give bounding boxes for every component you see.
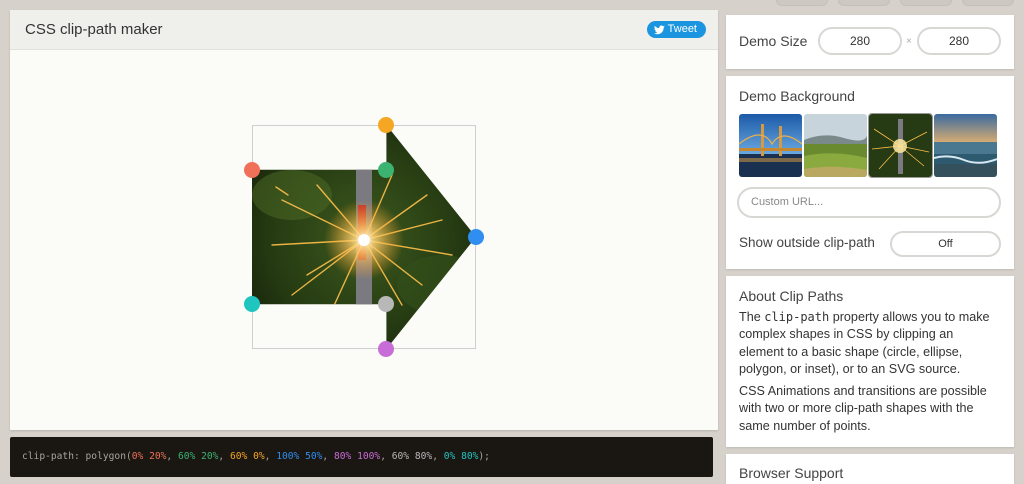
demo-height-input[interactable]: 280 [917, 27, 1001, 55]
show-outside-label: Show outside clip-path [739, 235, 875, 250]
background-thumb-field[interactable] [804, 114, 867, 177]
size-separator: × [906, 36, 912, 47]
demo-size-card: Demo Size 280 × 280 [726, 15, 1014, 69]
clip-path-code-term: clip-path [764, 310, 830, 324]
polygon-point-handle[interactable] [378, 296, 394, 312]
polygon-point-handle[interactable] [468, 229, 484, 245]
about-text: The clip-path property allows you to mak… [739, 309, 1001, 440]
code-point: 100% 50% [276, 451, 323, 462]
browser-support-card: Browser Support [726, 454, 1014, 484]
demo-background-card: Demo Background Custom URL... Show outsi… [726, 76, 1014, 269]
about-paragraph: CSS Animations and transitions are possi… [739, 384, 987, 433]
page-title: CSS clip-path maker [25, 21, 163, 38]
code-separator: , [322, 451, 334, 462]
top-tab[interactable] [838, 0, 890, 6]
clip-stage [10, 51, 718, 430]
code-point: 0% 80% [443, 451, 479, 462]
top-tabs [776, 0, 1024, 8]
about-card: About Clip Paths The clip-path property … [726, 276, 1014, 447]
code-separator: , [218, 451, 230, 462]
tweet-label: Tweet [667, 23, 697, 35]
code-point: 60% 0% [229, 451, 265, 462]
top-tab[interactable] [776, 0, 828, 6]
top-tab[interactable] [962, 0, 1014, 6]
clip-path-code-output[interactable]: clip-path: polygon(0% 20%, 60% 20%, 60% … [10, 437, 713, 477]
show-outside-toggle[interactable]: Off [890, 231, 1001, 257]
polygon-point-handle[interactable] [244, 296, 260, 312]
code-prefix: clip-path: polygon( [22, 451, 132, 462]
top-tab[interactable] [900, 0, 952, 6]
about-text-span: The [739, 310, 765, 324]
polygon-point-handle[interactable] [244, 162, 260, 178]
code-suffix: ); [478, 451, 490, 462]
code-points: 0% 20%, 60% 20%, 60% 0%, 100% 50%, 80% 1… [132, 451, 479, 462]
demo-width-input[interactable]: 280 [818, 27, 902, 55]
code-point: 60% 20% [177, 451, 219, 462]
code-separator: , [380, 451, 392, 462]
polygon-point-handle[interactable] [378, 341, 394, 357]
code-separator: , [264, 451, 277, 462]
polygon-point-handle[interactable] [378, 117, 394, 133]
background-thumb-seashore[interactable] [934, 114, 997, 177]
tweet-button[interactable]: Tweet [646, 21, 706, 38]
demo-size-label: Demo Size [739, 33, 808, 49]
custom-url-input[interactable]: Custom URL... [737, 187, 1001, 218]
about-title: About Clip Paths [739, 288, 844, 304]
code-point: 0% 20% [131, 451, 167, 462]
code-point: 80% 100% [333, 451, 381, 462]
about-paragraph: The clip-path property allows you to mak… [739, 309, 1001, 378]
code-point: 60% 80% [391, 451, 433, 462]
background-thumb-sparkler[interactable] [868, 113, 933, 178]
code-separator: , [432, 451, 444, 462]
editor-header: CSS clip-path maker Tweet [10, 10, 718, 50]
code-separator: , [166, 451, 178, 462]
polygon-point-handle[interactable] [378, 162, 394, 178]
editor-card: CSS clip-path maker Tweet [10, 10, 718, 430]
twitter-bird-icon [653, 24, 665, 34]
browser-support-title: Browser Support [739, 465, 844, 481]
background-thumb-bridge[interactable] [739, 114, 802, 177]
demo-background-label: Demo Background [739, 88, 855, 104]
